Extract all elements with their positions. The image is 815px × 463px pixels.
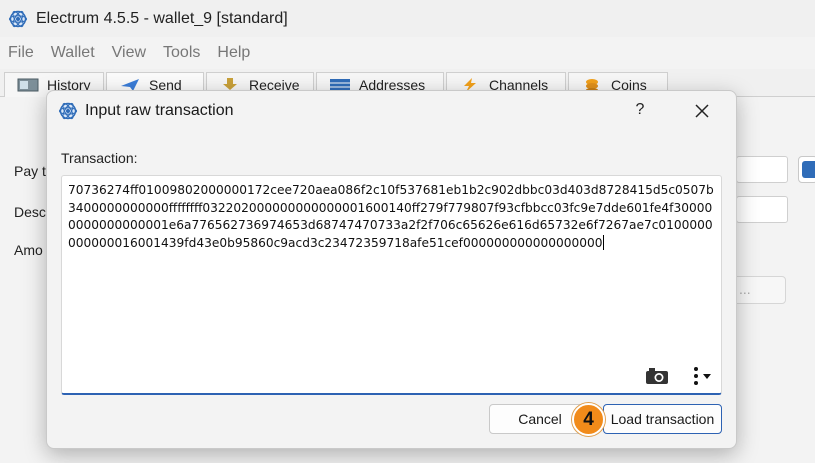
transaction-text: 70736274ff01009802000000172cee720aea086f… xyxy=(68,183,714,250)
qr-scan-button[interactable] xyxy=(798,156,815,183)
transaction-textarea[interactable]: 70736274ff01009802000000172cee720aea086f… xyxy=(61,175,722,395)
pay-to-input[interactable] xyxy=(736,156,788,183)
dialog-title: Input raw transaction xyxy=(85,102,234,119)
help-button[interactable]: ? xyxy=(630,101,650,121)
transaction-text-container: 70736274ff01009802000000172cee720aea086f… xyxy=(68,182,716,252)
camera-icon[interactable] xyxy=(645,367,669,385)
menu-bar: File Wallet View Tools Help xyxy=(0,37,815,69)
electrum-logo-icon xyxy=(8,10,28,27)
amount-label: Amo xyxy=(14,242,43,258)
menu-wallet[interactable]: Wallet xyxy=(51,44,95,62)
window-titlebar: Electrum 4.5.5 - wallet_9 [standard] xyxy=(0,0,815,37)
text-caret xyxy=(602,234,604,250)
history-icon xyxy=(17,78,39,92)
menu-tools[interactable]: Tools xyxy=(163,44,200,62)
more-menu-icon[interactable] xyxy=(689,364,715,388)
menu-view[interactable]: View xyxy=(112,44,146,62)
step-badge: 4 xyxy=(572,403,605,436)
window-title: Electrum 4.5.5 - wallet_9 [standard] xyxy=(36,9,288,27)
close-icon[interactable] xyxy=(692,101,712,121)
description-input[interactable] xyxy=(736,196,788,223)
load-transaction-button[interactable]: Load transaction xyxy=(603,404,722,434)
menu-file[interactable]: File xyxy=(8,44,34,62)
more-options-button[interactable]: ... xyxy=(732,276,786,304)
qr-icon xyxy=(802,161,815,178)
electrum-logo-icon xyxy=(58,102,78,120)
description-label: Desc xyxy=(14,204,46,220)
transaction-label: Transaction: xyxy=(61,150,138,166)
pay-to-label: Pay t xyxy=(14,163,46,179)
input-raw-transaction-dialog: Input raw transaction ? Transaction: 707… xyxy=(46,90,737,449)
menu-help[interactable]: Help xyxy=(217,44,250,62)
